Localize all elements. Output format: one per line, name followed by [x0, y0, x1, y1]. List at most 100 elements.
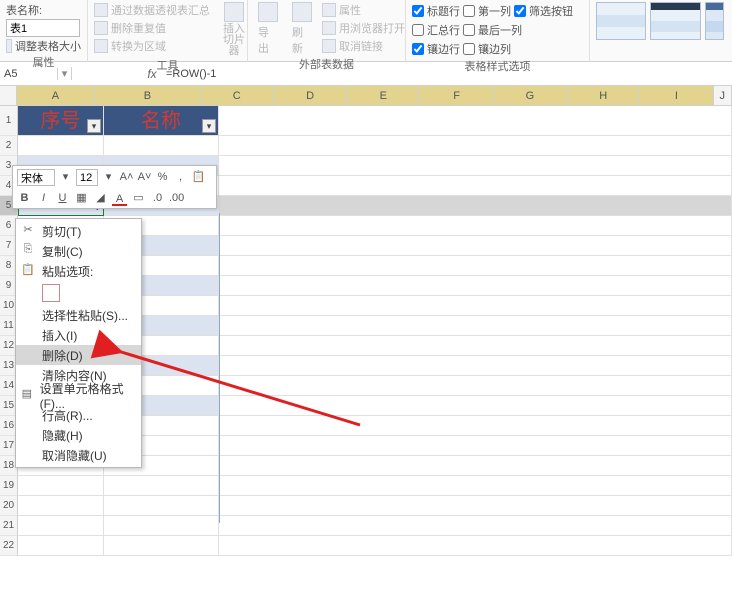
filter-button-B[interactable]: ▾: [202, 119, 216, 133]
ctx-paste-special[interactable]: 选择性粘贴(S)...: [16, 305, 141, 325]
dedup-button[interactable]: 删除重复值: [94, 20, 210, 36]
mini-size-select[interactable]: [76, 169, 98, 186]
open-browser-button[interactable]: 用浏览器打开: [322, 20, 405, 36]
name-box[interactable]: A5: [0, 68, 58, 80]
cells-rest-10[interactable]: [219, 296, 732, 316]
chk-banded-row[interactable]: 镶边行: [412, 41, 460, 57]
colhead-G[interactable]: G: [494, 86, 567, 106]
cells-rest-7[interactable]: [219, 236, 732, 256]
cells-rest-16[interactable]: [219, 416, 732, 436]
mini-format-painter-icon[interactable]: 📋: [191, 170, 206, 185]
mini-fontcolor-button[interactable]: A: [112, 192, 127, 206]
colhead-J[interactable]: J: [714, 86, 732, 106]
colhead-D[interactable]: D: [274, 86, 347, 106]
colhead-A[interactable]: A: [17, 86, 96, 106]
chk-total-row[interactable]: 汇总行: [412, 22, 460, 38]
mini-italic-button[interactable]: I: [36, 191, 51, 206]
table-style-swatch-1[interactable]: [596, 2, 646, 40]
rowhead-19[interactable]: 19: [0, 476, 18, 496]
rowhead-22[interactable]: 22: [0, 536, 18, 556]
ctx-copy[interactable]: ⎘复制(C): [16, 241, 141, 261]
header-cell-A1[interactable]: 序号▾: [18, 106, 104, 136]
cells-rest-6[interactable]: [219, 216, 732, 236]
ctx-delete[interactable]: 删除(D): [16, 345, 141, 365]
colhead-I[interactable]: I: [640, 86, 713, 106]
rowhead-2[interactable]: 2: [0, 136, 18, 156]
ctx-insert[interactable]: 插入(I): [16, 325, 141, 345]
cell-A20[interactable]: [18, 496, 104, 516]
cells-rest-3[interactable]: [219, 156, 732, 176]
ctx-unhide[interactable]: 取消隐藏(U): [16, 445, 141, 465]
cells-rest-13[interactable]: [219, 356, 732, 376]
mini-border-icon[interactable]: ▦: [74, 191, 89, 206]
mini-comma-icon[interactable]: ,: [173, 170, 188, 185]
cells-rest-11[interactable]: [219, 316, 732, 336]
cells-rest-22[interactable]: [219, 536, 732, 556]
cell-A21[interactable]: [18, 516, 104, 536]
mini-underline-button[interactable]: U: [55, 191, 70, 206]
ctx-paste-options[interactable]: 📋粘贴选项:: [16, 261, 141, 281]
ext-props-button[interactable]: 属性: [322, 2, 405, 18]
ctx-format-cells[interactable]: ▤设置单元格格式(F)...: [16, 385, 141, 405]
chk-header-row[interactable]: 标题行: [412, 3, 460, 19]
mini-font-select[interactable]: [17, 169, 55, 186]
mini-shrink-font-icon[interactable]: A˅: [137, 170, 152, 185]
cells-rest-15[interactable]: [219, 396, 732, 416]
mini-merge-icon[interactable]: ▭: [131, 191, 146, 206]
colhead-E[interactable]: E: [347, 86, 420, 106]
export-button[interactable]: 导出: [254, 2, 282, 56]
cells-rest-12[interactable]: [219, 336, 732, 356]
mini-percent-icon[interactable]: %: [155, 170, 170, 185]
mini-grow-font-icon[interactable]: A˄: [119, 170, 134, 185]
chk-first-col[interactable]: 第一列: [463, 3, 511, 19]
filter-button-A[interactable]: ▾: [87, 119, 101, 133]
cells-rest-5[interactable]: [219, 196, 732, 216]
colhead-H[interactable]: H: [567, 86, 640, 106]
namebox-dropdown-icon[interactable]: ▾: [58, 67, 72, 80]
colhead-B[interactable]: B: [95, 86, 200, 106]
fx-icon[interactable]: fx: [142, 67, 162, 81]
cells-rest-21[interactable]: [219, 516, 732, 536]
cells-rest-9[interactable]: [219, 276, 732, 296]
table-style-swatch-3[interactable]: [705, 2, 724, 40]
cells-rest-14[interactable]: [219, 376, 732, 396]
cell-B19[interactable]: [104, 476, 219, 496]
cell-A19[interactable]: [18, 476, 104, 496]
cells-rest-17[interactable]: [219, 436, 732, 456]
ctx-hide[interactable]: 隐藏(H): [16, 425, 141, 445]
resize-table-button[interactable]: 调整表格大小: [6, 38, 81, 54]
cells-rest-4[interactable]: [219, 176, 732, 196]
mini-font-dropdown-icon[interactable]: ▾: [58, 170, 73, 185]
mini-size-dropdown-icon[interactable]: ▾: [101, 170, 116, 185]
colhead-C[interactable]: C: [201, 86, 274, 106]
convert-button[interactable]: 转换为区域: [94, 38, 210, 54]
mini-decimal-inc-icon[interactable]: .0: [150, 191, 165, 206]
ctx-cut[interactable]: ✂剪切(T): [16, 221, 141, 241]
colhead-F[interactable]: F: [420, 86, 493, 106]
cell-A2[interactable]: [18, 136, 104, 156]
unlink-button[interactable]: 取消链接: [322, 38, 405, 54]
chk-last-col[interactable]: 最后一列: [463, 22, 522, 38]
cell-A22[interactable]: [18, 536, 104, 556]
refresh-button[interactable]: 刷新: [288, 2, 316, 56]
rowhead-21[interactable]: 21: [0, 516, 18, 536]
cell-B20[interactable]: [104, 496, 219, 516]
formula-content[interactable]: =ROW()-1: [162, 68, 216, 80]
cell-B22[interactable]: [104, 536, 219, 556]
table-name-input[interactable]: [6, 19, 80, 37]
cells-rest-19[interactable]: [219, 476, 732, 496]
mini-bold-button[interactable]: B: [17, 191, 32, 206]
cell-B2[interactable]: [104, 136, 219, 156]
insert-slicer-button[interactable]: 插入切片器: [216, 2, 252, 57]
rowhead-1[interactable]: 1: [0, 106, 18, 136]
select-all-corner[interactable]: [0, 86, 17, 106]
cells-rest-20[interactable]: [219, 496, 732, 516]
chk-filter[interactable]: 筛选按钮: [514, 3, 573, 19]
pivot-button[interactable]: 通过数据透视表汇总: [94, 2, 210, 18]
cells-rest-8[interactable]: [219, 256, 732, 276]
mini-decimal-dec-icon[interactable]: .00: [169, 191, 184, 206]
table-style-swatch-2[interactable]: [650, 2, 700, 40]
header-cell-B1[interactable]: 名称▾: [104, 106, 219, 136]
rowhead-20[interactable]: 20: [0, 496, 18, 516]
chk-banded-col[interactable]: 镶边列: [463, 41, 511, 57]
